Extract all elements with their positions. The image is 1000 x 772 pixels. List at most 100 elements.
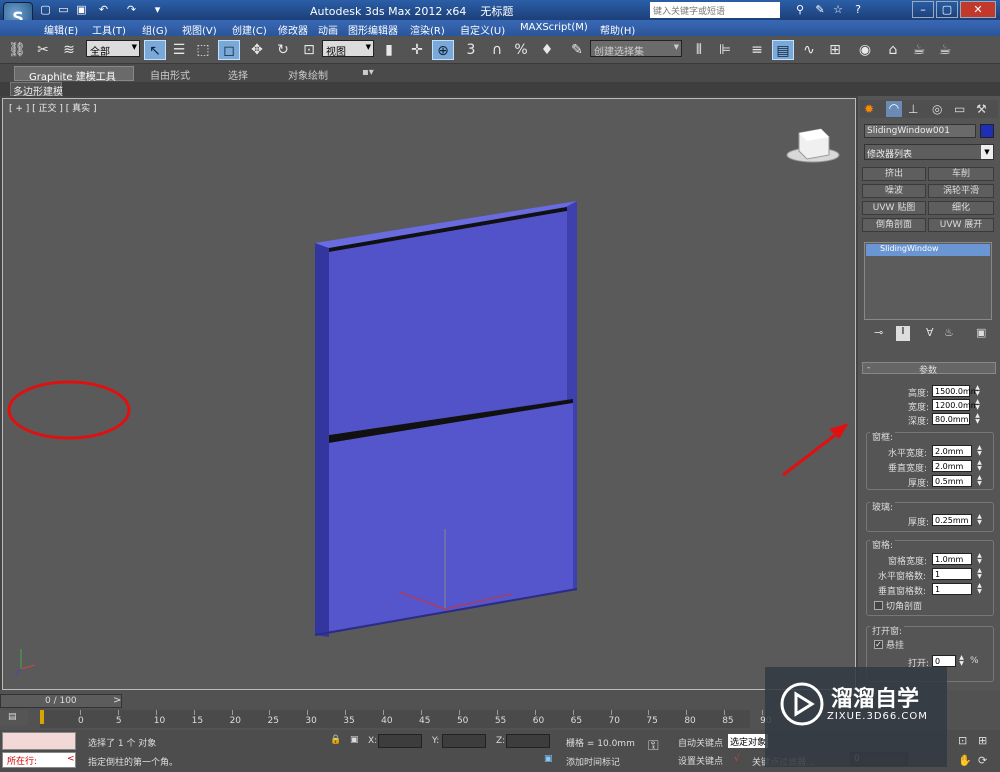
tab-poly-modeling[interactable]: 多边形建模 (10, 82, 63, 98)
depth-spinner-arrows[interactable]: ▲ ▼ (974, 413, 981, 425)
spinner-snap-icon[interactable]: ♦ (536, 40, 558, 60)
menu-graph-editors[interactable]: 图形编辑器 (348, 22, 398, 37)
align-icon[interactable]: ⊫ (714, 40, 736, 60)
create-tab-icon[interactable]: ✹ (864, 102, 874, 116)
schematic-view-icon[interactable]: ⊞ (824, 40, 846, 60)
angle-snap-icon[interactable]: ∩ (486, 40, 508, 60)
curve-editor-icon[interactable]: ∿ (798, 40, 820, 60)
menu-tools[interactable]: 工具(T) (92, 22, 126, 37)
menu-rendering[interactable]: 渲染(R) (410, 22, 445, 37)
chamfer-checkbox[interactable] (874, 601, 883, 610)
snaps-toggle-icon[interactable]: 3 (460, 40, 482, 60)
modifier-uvw-map-button[interactable]: UVW 贴图 (862, 201, 926, 215)
mirror-icon[interactable]: ⫴ (688, 40, 710, 60)
add-time-tag[interactable]: 添加时间标记 (566, 755, 620, 768)
modifier-tessellate-button[interactable]: 细化 (928, 201, 994, 215)
select-object-icon[interactable]: ↖ (144, 40, 166, 60)
x-coord-field[interactable] (378, 734, 422, 748)
modifier-turbosmooth-button[interactable]: 涡轮平滑 (928, 184, 994, 198)
pivot-center-icon[interactable]: ▮ (378, 40, 400, 60)
time-tag-icon[interactable]: ▣ (544, 754, 553, 764)
modify-tab-icon[interactable]: ◠ (886, 101, 902, 117)
modifier-extrude-button[interactable]: 挤出 (862, 167, 926, 181)
menu-create[interactable]: 创建(C) (232, 22, 267, 37)
render-setup-icon[interactable]: ⌂ (882, 40, 904, 60)
modifier-unwrap-uvw-button[interactable]: UVW 展开 (928, 218, 994, 232)
render-production-icon[interactable]: ☕ (934, 40, 956, 60)
v-width-spinner-arrows[interactable]: ▲ ▼ (976, 460, 983, 472)
help-icon[interactable]: ? (850, 2, 866, 18)
rail-width-spinner-arrows[interactable]: ▲ ▼ (976, 553, 983, 565)
menu-help[interactable]: 帮助(H) (600, 22, 635, 37)
open-file-icon[interactable]: ▭ (56, 2, 71, 17)
binoculars-icon[interactable]: ⚲ (792, 2, 808, 18)
stack-item[interactable]: SlidingWindow (866, 244, 990, 256)
height-spinner[interactable]: 1500.0mm (932, 385, 979, 397)
tab-object-paint[interactable]: 对象绘制 (288, 67, 328, 82)
rendered-frame-icon[interactable]: ☕ (908, 40, 930, 60)
motion-tab-icon[interactable]: ◎ (932, 102, 942, 116)
keyboard-shortcut-icon[interactable]: ⊕ (432, 40, 454, 60)
auto-key-button[interactable]: 自动关键点 (678, 736, 723, 749)
new-file-icon[interactable]: ▢ (38, 2, 53, 17)
absolute-mode-icon[interactable]: ▣ (350, 735, 359, 745)
material-editor-icon[interactable]: ◉ (854, 40, 876, 60)
selection-region-icon[interactable]: ⬚ (192, 40, 214, 60)
h-width-spinner[interactable]: 2.0mm (932, 445, 972, 457)
next-frame-icon[interactable]: > (113, 695, 121, 706)
set-key-button[interactable]: 设置关键点 (678, 754, 723, 767)
z-coord-field[interactable] (506, 734, 550, 748)
edit-named-selection-icon[interactable]: ✎ (566, 40, 588, 60)
percent-snap-icon[interactable]: % (510, 40, 532, 60)
hung-checkbox[interactable]: ✓ (874, 640, 883, 649)
menu-modifiers[interactable]: 修改器 (278, 22, 308, 37)
remove-modifier-icon[interactable]: ♨ (944, 326, 954, 339)
modifier-stack[interactable]: SlidingWindow (864, 242, 992, 320)
ribbon-options-icon[interactable]: ▪▾ (362, 67, 374, 78)
h-count-spinner[interactable]: 1 (932, 568, 972, 580)
h-width-spinner-arrows[interactable]: ▲ ▼ (976, 445, 983, 457)
undo-icon[interactable]: ↶ (96, 2, 111, 17)
h-count-spinner-arrows[interactable]: ▲ ▼ (976, 568, 983, 580)
tab-freeform[interactable]: 自由形式 (150, 67, 190, 82)
menu-edit[interactable]: 编辑(E) (44, 22, 78, 37)
tab-graphite[interactable]: Graphite 建模工具 (14, 66, 134, 83)
y-coord-field[interactable] (442, 734, 486, 748)
key-icon[interactable]: ⚿ (648, 738, 659, 754)
frame-thickness-spinner[interactable]: 0.5mm (932, 475, 972, 487)
maxscript-mini-listener[interactable]: 所在行: < (2, 752, 76, 768)
quick-access-dropdown-icon[interactable]: ▾ (150, 2, 165, 17)
object-color-swatch[interactable] (980, 124, 994, 138)
modifier-bevel-profile-button[interactable]: 倒角剖面 (862, 218, 926, 232)
save-file-icon[interactable]: ▣ (74, 2, 89, 17)
open-spinner[interactable]: 0 (932, 655, 956, 667)
selection-filter-dropdown[interactable]: 全部 (86, 40, 140, 58)
rotate-icon[interactable]: ↻ (272, 40, 294, 60)
window-crossing-icon[interactable]: ◻ (218, 40, 240, 60)
height-spinner-arrows[interactable]: ▲ ▼ (974, 385, 981, 397)
menu-customize[interactable]: 自定义(U) (460, 22, 505, 37)
track-bar-toggle-icon[interactable]: ▤ (0, 710, 28, 726)
select-by-name-icon[interactable]: ☰ (168, 40, 190, 60)
menu-maxscript[interactable]: MAXScript(M) (520, 22, 588, 33)
zoom-extents-icon[interactable]: ⊡ (958, 734, 967, 747)
track-bar[interactable]: 051015202530354045505560657075808590 (40, 710, 772, 728)
move-icon[interactable]: ✥ (246, 40, 268, 60)
v-count-spinner[interactable]: 1 (932, 583, 972, 595)
modifier-list-dropdown[interactable]: 修改器列表 ▼ (864, 144, 994, 160)
glass-thickness-spinner-arrows[interactable]: ▲ ▼ (976, 514, 983, 526)
open-spinner-arrows[interactable]: ▲ ▼ (958, 655, 965, 667)
width-spinner[interactable]: 1200.0mm (932, 399, 979, 411)
scale-icon[interactable]: ⊡ (298, 40, 320, 60)
v-count-spinner-arrows[interactable]: ▲ ▼ (976, 583, 983, 595)
menu-animation[interactable]: 动画 (318, 22, 338, 37)
time-cursor[interactable] (40, 710, 44, 724)
utilities-tab-icon[interactable]: ⚒ (976, 102, 987, 116)
menu-group[interactable]: 组(G) (142, 22, 168, 37)
frame-thickness-spinner-arrows[interactable]: ▲ ▼ (976, 475, 983, 487)
redo-icon[interactable]: ↷ (124, 2, 139, 17)
pan-icon[interactable]: ✋ (958, 754, 972, 767)
close-button[interactable]: ✕ (960, 1, 996, 18)
reference-coord-dropdown[interactable]: 视图 (322, 40, 374, 58)
menu-views[interactable]: 视图(V) (182, 22, 217, 37)
